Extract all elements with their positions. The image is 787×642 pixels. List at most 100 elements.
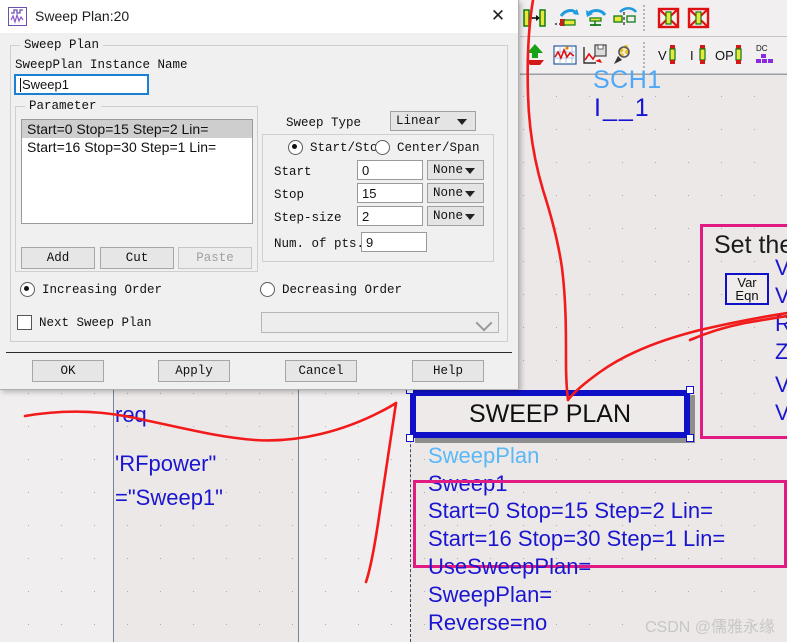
sweep-plan-group-title: Sweep Plan: [20, 38, 104, 52]
num-pts-input[interactable]: 9: [361, 232, 427, 252]
sweep-plan-param: SweepPlan=: [428, 582, 553, 607]
text-caret: [20, 77, 21, 92]
canvas-text-req: req: [115, 402, 147, 427]
start-unit-value: None: [433, 163, 464, 177]
sweep-type-value: Linear: [396, 114, 442, 128]
canvas-label-instance: I__1: [594, 94, 651, 122]
ok-button[interactable]: OK: [32, 360, 104, 382]
canvas-clipped-text: R: [775, 311, 787, 336]
chevron-down-icon: [457, 119, 467, 125]
svg-text:V: V: [658, 48, 667, 63]
next-sweep-plan-select[interactable]: [261, 312, 499, 333]
sweep-plan-dialog[interactable]: Sweep Plan:20 ✕ Sweep Plan SweepPlan Ins…: [0, 0, 519, 390]
chevron-down-icon: [475, 314, 493, 331]
instance-name-input[interactable]: Sweep1: [14, 74, 149, 95]
op-probe-icon[interactable]: OP: [714, 40, 750, 70]
chevron-down-icon: [465, 191, 475, 197]
apply-button[interactable]: Apply: [158, 360, 230, 382]
push-into-hierarchy-icon[interactable]: [520, 40, 550, 70]
close-icon[interactable]: ✕: [478, 0, 518, 32]
next-sweep-plan-checkbox[interactable]: Next Sweep Plan: [17, 315, 152, 330]
add-button[interactable]: Add: [21, 247, 95, 269]
chevron-down-icon: [465, 214, 475, 220]
start-label: Start: [274, 165, 312, 179]
selection-handle[interactable]: [406, 434, 414, 442]
sweep-plan-component-title: SWEEP PLAN: [468, 399, 632, 428]
parameter-listbox[interactable]: Start=0 Stop=15 Step=2 Lin= Start=16 Sto…: [21, 119, 253, 224]
toolbar-row-1[interactable]: [520, 0, 787, 37]
var-eqn-line-1: Var: [737, 274, 757, 290]
radio-increasing-order-label: Increasing Order: [42, 282, 163, 297]
toolbar-separator: [643, 5, 651, 31]
toolbar-separator: [643, 42, 651, 68]
display-data-icon[interactable]: [550, 40, 580, 70]
step-size-unit-select[interactable]: None: [427, 206, 484, 226]
radio-center-span-label: Center/Span: [397, 140, 480, 155]
canvas-clipped-text: Z: [775, 339, 787, 364]
cancel-button[interactable]: Cancel: [285, 360, 357, 382]
selection-handle[interactable]: [686, 434, 694, 442]
start-unit-select[interactable]: None: [427, 160, 484, 180]
canvas-text-sweep-assign: ="Sweep1": [115, 485, 223, 510]
radio-increasing-order[interactable]: Increasing Order: [20, 282, 162, 297]
cut-button[interactable]: Cut: [100, 247, 174, 269]
sweep-type-select[interactable]: Linear: [390, 111, 476, 131]
dc-block-icon[interactable]: DC: [750, 40, 780, 70]
watermark: CSDN @儒雅永缘: [645, 619, 776, 636]
radio-indicator: [260, 282, 275, 297]
selection-handle[interactable]: [686, 386, 694, 394]
deactivate-component-icon[interactable]: [654, 3, 684, 33]
radio-indicator: [20, 282, 35, 297]
radio-decreasing-order-label: Decreasing Order: [282, 282, 403, 297]
list-item[interactable]: Start=0 Stop=15 Step=2 Lin=: [22, 120, 252, 138]
sweep-type-label: Sweep Type: [286, 116, 362, 130]
stop-input[interactable]: 15: [357, 183, 423, 203]
var-eqn-component[interactable]: Var Eqn: [725, 273, 769, 305]
start-input[interactable]: 0: [357, 160, 423, 180]
step-size-label: Step-size: [274, 211, 342, 225]
radio-indicator: [288, 140, 303, 155]
wire-label-icon[interactable]: [550, 3, 580, 33]
insert-pin-icon[interactable]: [520, 3, 550, 33]
list-item[interactable]: Start=16 Stop=30 Step=1 Lin=: [22, 138, 252, 156]
i-probe-icon[interactable]: I: [684, 40, 714, 70]
radio-start-stop-label: Start/Stop: [310, 140, 386, 155]
dialog-title: Sweep Plan:20: [35, 8, 130, 24]
sweep-plan-param: Start=16 Stop=30 Step=1 Lin=: [428, 526, 726, 551]
next-sweep-plan-label: Next Sweep Plan: [39, 315, 152, 330]
canvas-clipped-text: V: [775, 283, 787, 308]
canvas-clipped-text: V: [775, 372, 787, 397]
instance-name-value: Sweep1: [22, 77, 69, 92]
paste-button: Paste: [178, 247, 252, 269]
step-size-unit-value: None: [433, 209, 464, 223]
radio-start-stop[interactable]: Start/Stop: [288, 140, 385, 155]
dialog-title-bar[interactable]: Sweep Plan:20 ✕: [0, 0, 518, 33]
sweep-plan-component[interactable]: SWEEP PLAN: [406, 386, 695, 443]
stop-label: Stop: [274, 188, 305, 202]
canvas-label-sch1: SCH1: [593, 66, 662, 94]
stop-unit-select[interactable]: None: [427, 183, 484, 203]
step-size-input[interactable]: 2: [357, 206, 423, 226]
stop-unit-value: None: [433, 186, 464, 200]
svg-text:OP: OP: [715, 48, 734, 63]
swap-component-icon[interactable]: [580, 3, 610, 33]
var-eqn-line-2: Eqn: [735, 288, 759, 303]
num-pts-label: Num. of pts.: [274, 237, 365, 251]
canvas-text-rfpower: 'RFpower": [115, 451, 217, 476]
sweep-plan-type-label: SweepPlan: [428, 443, 540, 468]
radio-decreasing-order[interactable]: Decreasing Order: [260, 282, 402, 297]
canvas-clipped-text: V: [775, 255, 787, 280]
svg-text:I: I: [690, 48, 694, 63]
radio-indicator: [375, 140, 390, 155]
sweep-plan-param: Reverse=no: [428, 610, 548, 635]
help-button[interactable]: Help: [412, 360, 484, 382]
sweep-waveform-icon: [8, 6, 27, 26]
footer-divider: [6, 352, 512, 353]
parameter-group-title: Parameter: [25, 99, 101, 113]
sweep-plan-param: Start=0 Stop=15 Step=2 Lin=: [428, 498, 714, 523]
mirror-component-icon[interactable]: [610, 3, 640, 33]
instance-name-label: SweepPlan Instance Name: [15, 58, 188, 72]
radio-center-span[interactable]: Center/Span: [375, 140, 480, 155]
deactivate-all-icon[interactable]: [684, 3, 714, 33]
canvas-clipped-text: V: [775, 400, 787, 425]
